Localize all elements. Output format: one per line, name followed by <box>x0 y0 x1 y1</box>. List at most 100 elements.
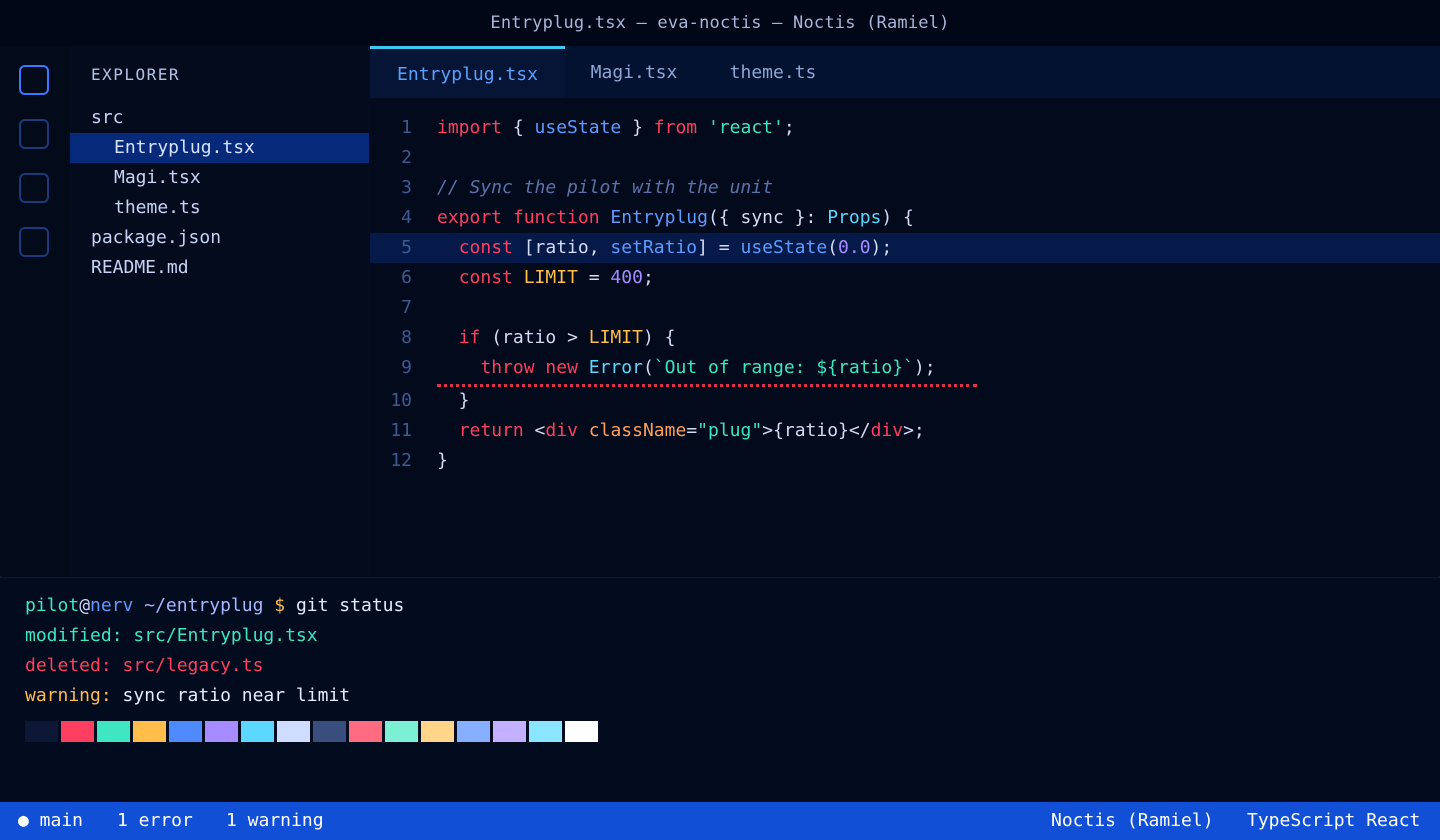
line-number: 3 <box>401 177 412 198</box>
color-swatch <box>169 721 202 742</box>
tree-item[interactable]: Magi.tsx <box>70 163 369 193</box>
color-swatch <box>313 721 346 742</box>
line-number: 4 <box>401 207 412 228</box>
code-line[interactable]: 10 } <box>370 386 1440 416</box>
code-token: ({ sync }: <box>707 207 828 228</box>
code-token: throw <box>480 357 535 378</box>
tree-item[interactable]: src <box>70 103 369 133</box>
code-text: import { useState } from 'react'; <box>437 113 795 143</box>
code-token: ( <box>642 357 654 378</box>
code-line[interactable]: 11 return <div className="plug">{ratio}<… <box>370 416 1440 446</box>
code-token: ) { <box>881 207 914 228</box>
code-token: < <box>523 420 546 441</box>
extensions-icon[interactable] <box>19 227 49 257</box>
code-line[interactable]: 3 // Sync the pilot with the unit <box>370 173 1440 203</box>
status-bar: ● main 1 error 1 warning Noctis (Ramiel)… <box>0 802 1440 840</box>
color-swatch <box>529 721 562 742</box>
code-token: import <box>437 117 503 138</box>
code-text: } <box>437 386 470 416</box>
tab-theme[interactable]: theme.ts <box>703 46 843 98</box>
code-token: // Sync the pilot with the unit <box>437 177 773 198</box>
terminal-panel[interactable]: pilot@nerv ~/entryplug $ git status modi… <box>0 577 1440 803</box>
code-line[interactable]: 12} <box>370 446 1440 476</box>
window-title: Entryplug.tsx — eva-noctis — Noctis (Ram… <box>490 13 950 33</box>
code-token: 0.0 <box>838 237 871 258</box>
code-line[interactable]: 7 <box>370 293 1440 323</box>
prompt-at: @ <box>79 595 91 616</box>
code-line[interactable]: 2 <box>370 143 1440 173</box>
code-token: >{ratio}</ <box>762 420 871 441</box>
code-text: const LIMIT = 400; <box>437 263 654 293</box>
warning-count[interactable]: 1 warning <box>226 802 324 840</box>
code-text: } <box>437 446 448 476</box>
code-line[interactable]: 4 export function Entryplug({ sync }: Pro… <box>370 203 1440 233</box>
line-number: 9 <box>401 357 412 378</box>
tree-item[interactable]: README.md <box>70 253 369 283</box>
line-number: 6 <box>401 267 412 288</box>
code-token: const <box>458 267 513 288</box>
color-swatch <box>277 721 310 742</box>
code-token: if <box>458 327 481 348</box>
tab-entryplug[interactable]: Entryplug.tsx <box>370 46 565 98</box>
terminal-deleted-line: deleted: src/legacy.ts <box>25 655 264 676</box>
line-number: 5 <box>401 237 412 258</box>
code-token: function <box>512 207 600 228</box>
code-token: ) { <box>642 327 676 348</box>
code-line[interactable]: 8 if (ratio > LIMIT) { <box>370 323 1440 353</box>
tab-magi[interactable]: Magi.tsx <box>565 46 703 98</box>
line-number: 11 <box>390 420 412 441</box>
prompt-dollar: $ <box>263 595 286 616</box>
code-token: useState <box>740 237 828 258</box>
color-swatch <box>385 721 418 742</box>
branch-indicator[interactable]: ● main <box>18 802 83 840</box>
line-number: 1 <box>401 117 412 138</box>
code-token: = <box>577 267 611 288</box>
error-squiggle <box>437 384 977 387</box>
code-token: ( <box>827 237 839 258</box>
code-line[interactable]: 5 const [ratio, setRatio] = useState(0.0… <box>370 233 1440 263</box>
language-mode[interactable]: TypeScript React <box>1247 802 1420 840</box>
search-icon[interactable] <box>19 119 49 149</box>
prompt-path: ~/entryplug <box>133 595 264 616</box>
code-text: return <div className="plug">{ratio}</di… <box>437 416 925 446</box>
code-token: = <box>686 420 698 441</box>
warning-label: warning: <box>25 685 112 706</box>
theme-name[interactable]: Noctis (Ramiel) <box>1051 802 1214 840</box>
explorer-icon[interactable] <box>19 65 49 95</box>
code-token: return <box>458 420 524 441</box>
code-editor[interactable]: 1 import { useState } from 'react'; 2 3 // S… <box>370 98 1440 576</box>
code-token: useState <box>534 117 622 138</box>
code-token: setRatio <box>610 237 698 258</box>
line-number: 12 <box>390 450 412 471</box>
code-line[interactable]: 9 throw new Error(`Out of range: ${ratio… <box>370 353 1440 383</box>
code-token: ); <box>913 357 936 378</box>
code-token: [ratio, <box>512 237 611 258</box>
tree-item[interactable]: theme.ts <box>70 193 369 223</box>
code-line[interactable]: 1 import { useState } from 'react'; <box>370 113 1440 143</box>
code-token: 400 <box>610 267 643 288</box>
tree-item[interactable]: Entryplug.tsx <box>70 133 369 163</box>
code-token: Entryplug <box>610 207 708 228</box>
code-text: export function Entryplug({ sync }: Prop… <box>437 203 914 233</box>
tree-item[interactable]: package.json <box>70 223 369 253</box>
error-count[interactable]: 1 error <box>117 802 193 840</box>
code-token: `Out of range: ${ratio}` <box>653 357 914 378</box>
color-swatch <box>565 721 598 742</box>
editor-tabs: Entryplug.tsx Magi.tsx theme.ts <box>370 46 1440 98</box>
code-line[interactable]: 6 const LIMIT = 400; <box>370 263 1440 293</box>
code-token: >; <box>903 420 925 441</box>
terminal-warning-line: warning: sync ratio near limit <box>25 681 350 711</box>
code-token: div <box>545 420 578 441</box>
code-token: } <box>621 117 654 138</box>
color-swatch <box>205 721 238 742</box>
source-control-icon[interactable] <box>19 173 49 203</box>
